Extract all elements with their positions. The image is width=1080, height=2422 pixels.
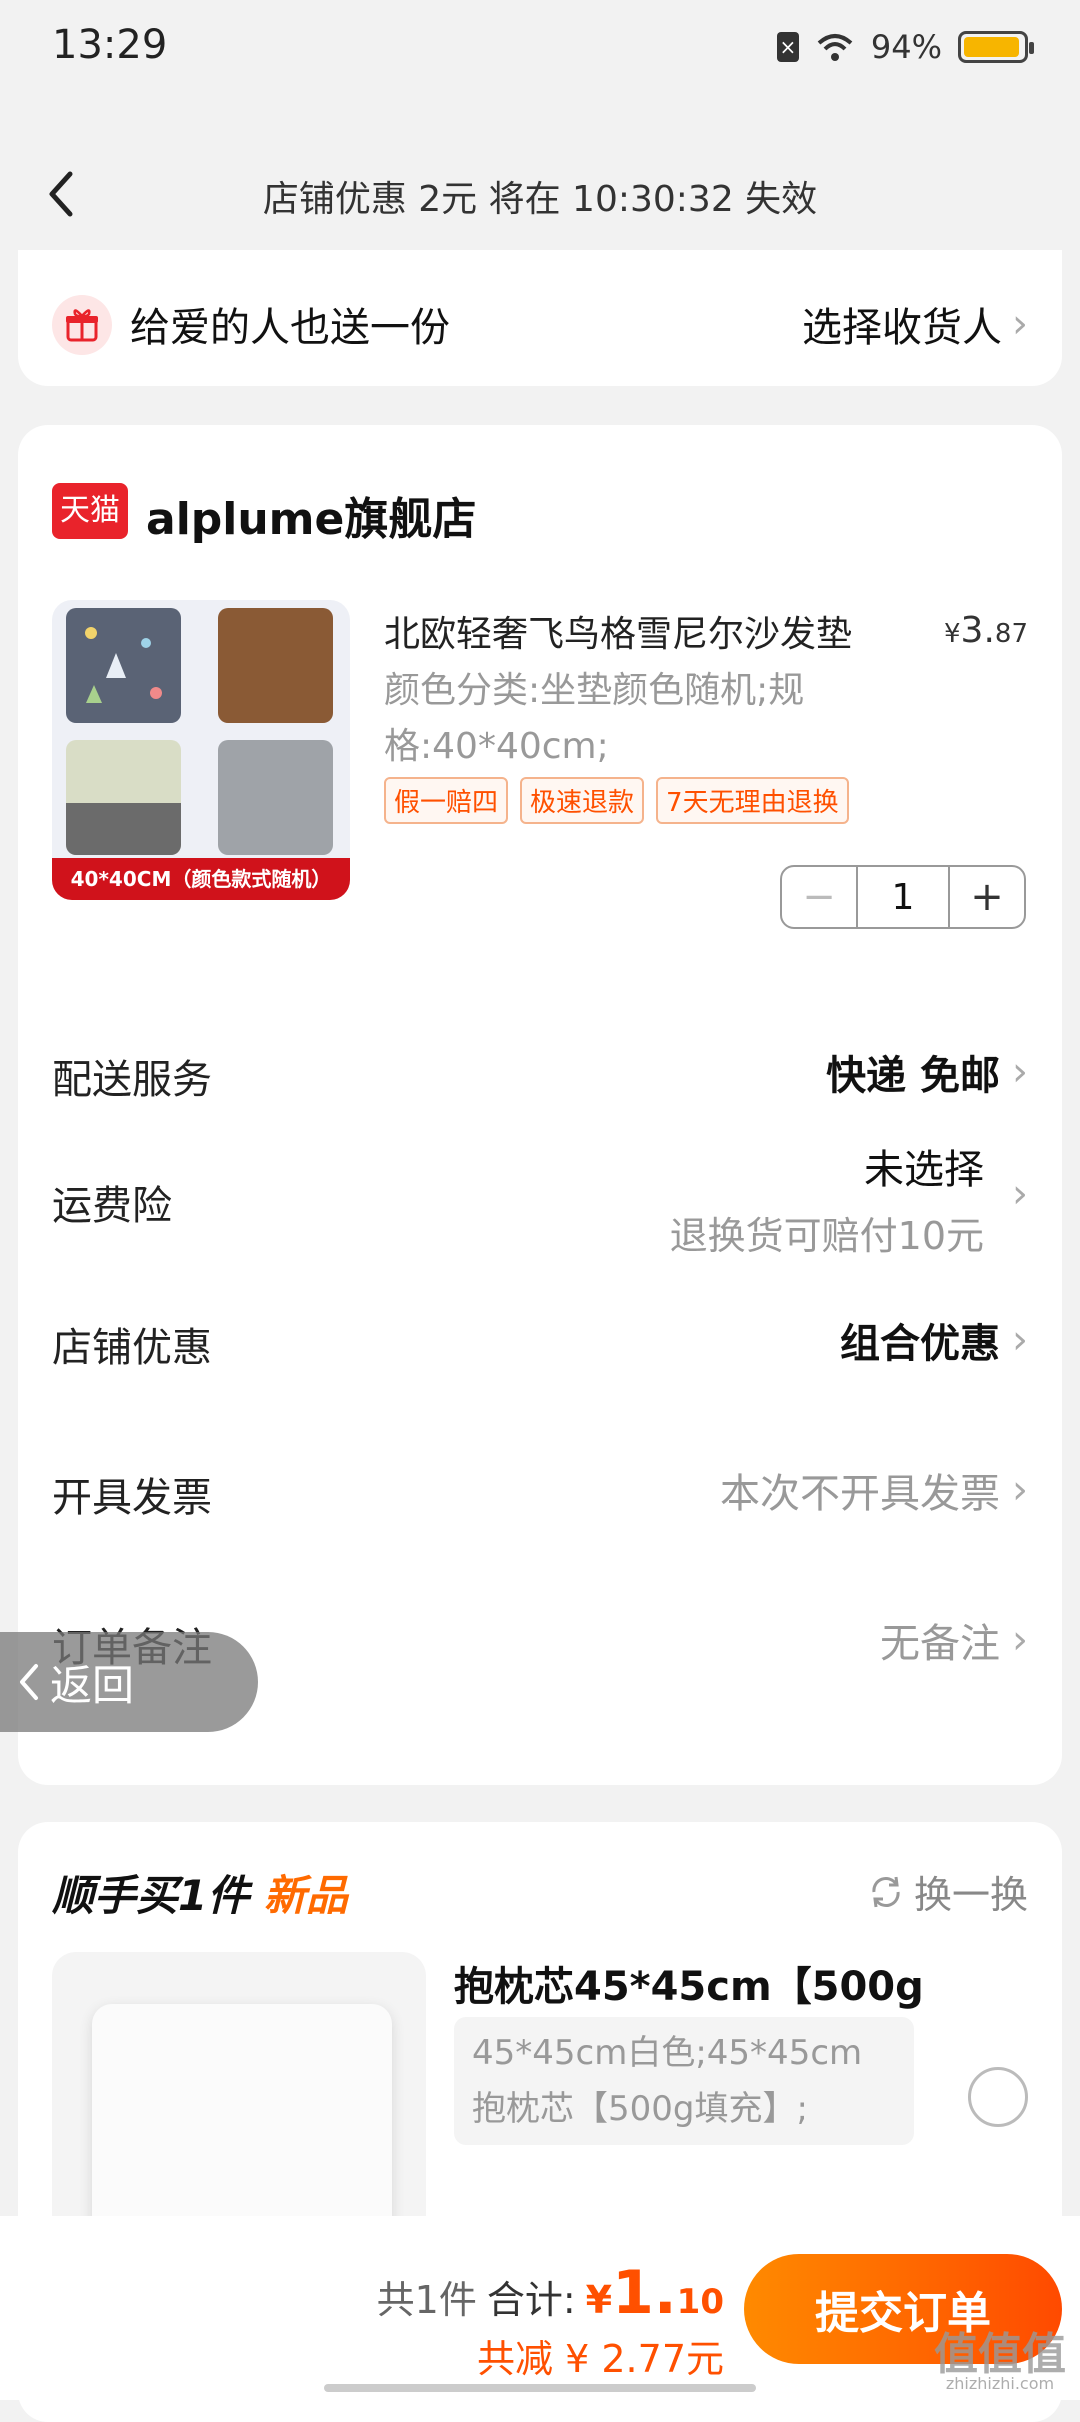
add-on-attributes[interactable]: 45*45cm白色;45*45cm抱枕芯【500g填充】; (454, 2017, 914, 2145)
total-symbol: ¥ (585, 2278, 613, 2322)
nav-bar: 店铺优惠 2元 将在 10:30:32 失效 (0, 150, 1080, 240)
chevron-right-icon: › (1012, 1617, 1028, 1663)
row-value: 未选择 (864, 1147, 984, 1193)
battery-icon (958, 31, 1034, 63)
total-decimal: 10 (676, 2282, 724, 2322)
add-on-select-radio[interactable] (968, 2067, 1028, 2127)
row-label: 配送服务 (52, 1057, 212, 1103)
choose-recipient-label: 选择收货人 (802, 305, 1002, 351)
price-decimal: 87 (994, 619, 1028, 649)
bottom-bar: 共1件 合计: ¥1.10 共减 ¥ 2.77元 提交订单 (0, 2216, 1080, 2400)
product-image-banner: 40*40CM（颜色款式随机） (52, 858, 350, 900)
home-indicator[interactable] (324, 2384, 756, 2392)
back-arrow-icon[interactable] (36, 164, 86, 224)
row-store-discount[interactable]: 店铺优惠 组合优惠 › (18, 1285, 1062, 1385)
floating-back-button[interactable]: 返回 (0, 1632, 258, 1732)
status-icons: × 94% (776, 28, 1034, 66)
row-label: 运费险 (52, 1183, 172, 1229)
quantity-stepper: − 1 + (780, 865, 1026, 929)
product-attributes[interactable]: 颜色分类:坐垫颜色随机;规格:40*40cm; (384, 663, 944, 775)
new-badge: 新品 (263, 1871, 348, 1920)
total-label: 合计: (486, 2278, 576, 2322)
price-symbol: ¥ (944, 619, 961, 649)
watermark: 值值值 zhizhizhi.com (934, 2333, 1066, 2394)
item-count: 共1件 (376, 2278, 477, 2322)
product-price: ¥3.87 (944, 610, 1028, 651)
row-label: 开具发票 (52, 1475, 212, 1521)
row-label: 店铺优惠 (52, 1325, 212, 1371)
watermark-main: 值值值 (934, 2329, 1066, 2380)
gift-icon (52, 295, 112, 355)
add-on-title: 顺手买1件 新品 (52, 1862, 348, 1923)
status-time: 13:29 (52, 22, 168, 68)
page-title: 店铺优惠 2元 将在 10:30:32 失效 (262, 179, 818, 220)
quantity-value[interactable]: 1 (856, 867, 950, 927)
total-amount: ¥1.10 (586, 2258, 724, 2328)
order-summary: 共1件 合计: ¥1.10 (377, 2258, 724, 2328)
tmall-logo: 天猫 (52, 483, 128, 539)
row-value: 组合优惠 (840, 1321, 1000, 1367)
tag-fake-compensation: 假一赔四 (384, 777, 509, 824)
increase-button[interactable]: + (950, 867, 1024, 927)
price-integer: 3. (960, 610, 995, 651)
row-value-group: 快递 免邮 › (826, 1043, 1028, 1101)
row-invoice[interactable]: 开具发票 本次不开具发票 › (18, 1435, 1062, 1535)
chevron-right-icon: › (1012, 1317, 1028, 1363)
battery-percent: 94% (870, 28, 942, 66)
add-on-title-text: 顺手买1件 (52, 1871, 250, 1920)
pattern-tile-brown (218, 608, 333, 723)
pattern-tile-birds (66, 608, 181, 723)
decrease-button[interactable]: − (782, 867, 856, 927)
row-delivery[interactable]: 配送服务 快递 免邮 › (18, 1015, 1062, 1115)
row-value: 无备注 (880, 1621, 1000, 1667)
refresh-icon (872, 1876, 900, 1907)
product-image[interactable]: 40*40CM（颜色款式随机） (52, 600, 350, 900)
store-name[interactable]: alplume旗舰店 (146, 483, 476, 547)
chevron-right-icon: › (1012, 1467, 1028, 1513)
row-value: 快递 免邮 (826, 1053, 1000, 1099)
pattern-tile-grey (218, 740, 333, 855)
add-on-name[interactable]: 抱枕芯45*45cm【500g (454, 1954, 924, 2012)
swap-label: 换一换 (913, 1873, 1028, 1917)
gift-row[interactable]: 给爱的人也送一份 选择收货人 › (18, 250, 1062, 386)
tag-7day-return: 7天无理由退换 (656, 777, 849, 824)
row-value-group: 未选择 退换货可赔付10元 (670, 1137, 984, 1260)
total-integer: 1. (612, 2258, 677, 2328)
product-title[interactable]: 北欧轻奢飞鸟格雪尼尔沙发垫 (384, 605, 852, 657)
choose-recipient[interactable]: 选择收货人 › (802, 295, 1028, 353)
row-value-group: 组合优惠 › (840, 1311, 1028, 1369)
row-subvalue: 退换货可赔付10元 (669, 1214, 984, 1258)
chevron-right-icon: › (1012, 301, 1028, 347)
store-card: 天猫 alplume旗舰店 40*40CM（颜色款式随机） 北欧轻奢飞鸟格雪尼尔… (18, 425, 1062, 1785)
watermark-sub: zhizhizhi.com (945, 2374, 1055, 2393)
discount-total: 共减 ¥ 2.77元 (477, 2337, 724, 2381)
service-tags: 假一赔四 极速退款 7天无理由退换 (384, 777, 849, 824)
swap-button[interactable]: 换一换 (866, 1864, 1028, 1919)
floating-back-label: 返回 (50, 1660, 135, 1710)
pattern-tile-cream (66, 740, 181, 855)
row-value-group: 本次不开具发票 › (720, 1461, 1028, 1519)
row-value: 本次不开具发票 (720, 1471, 1000, 1517)
chevron-right-icon: › (1012, 1171, 1028, 1217)
chevron-right-icon: › (1012, 1049, 1028, 1095)
status-bar: 13:29 × 94% (0, 0, 1080, 110)
chevron-left-icon (20, 1664, 38, 1700)
row-shipping-insurance[interactable]: 运费险 未选择 退换货可赔付10元 › (18, 1115, 1062, 1265)
sim-off-icon: × (776, 32, 799, 62)
gift-text: 给爱的人也送一份 (130, 305, 450, 351)
wifi-icon (817, 34, 853, 61)
tag-fast-refund: 极速退款 (520, 777, 645, 824)
row-value-group: 无备注 › (880, 1611, 1028, 1669)
